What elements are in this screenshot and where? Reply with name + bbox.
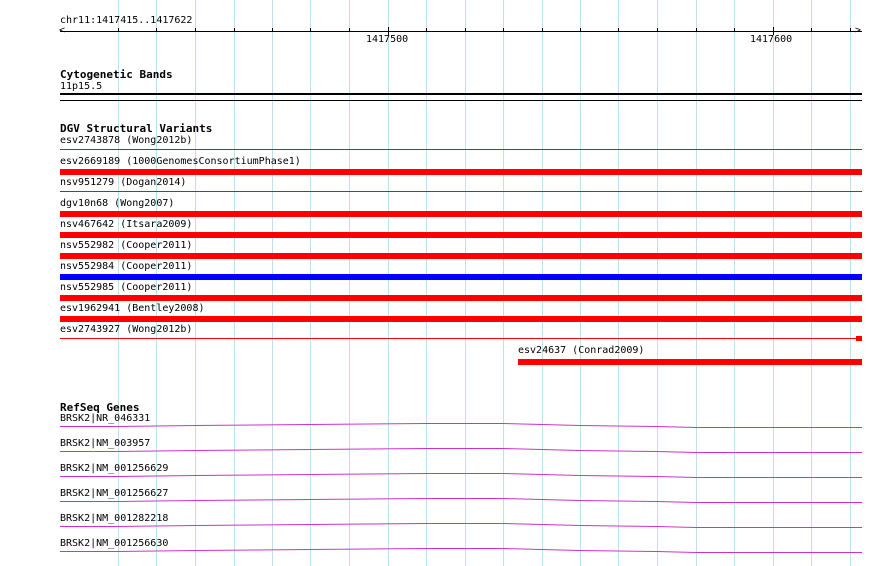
ruler-tick: [465, 28, 466, 32]
ruler-tick: [618, 28, 619, 32]
gene-line-path: [60, 423, 862, 428]
dgv-feature-label: esv1962941 (Bentley2008): [60, 303, 205, 314]
dgv-feature-label: nsv552982 (Cooper2011): [60, 240, 193, 251]
dgv-feature-label: nsv552985 (Cooper2011): [60, 282, 193, 293]
dgv-feature-bar[interactable]: [60, 211, 862, 217]
gene-line[interactable]: [0, 495, 890, 515]
dgv-feature-label: esv2743927 (Wong2012b): [60, 324, 193, 335]
dgv-feature-label: esv2669189 (1000GenomesConsortiumPhase1): [60, 156, 301, 167]
ruler-tick: [580, 28, 581, 32]
gene-line[interactable]: [0, 445, 890, 465]
dgv-feature-label: nsv951279 (Dogan2014): [60, 177, 187, 188]
ruler-tick: [696, 28, 697, 32]
ruler-tick: [195, 28, 196, 32]
dgv-track-title: DGV Structural Variants: [60, 122, 213, 135]
ruler-tick: [118, 28, 119, 32]
genome-browser-view: chr11:1417415..1417622 < > 1417500 14176…: [0, 0, 890, 566]
ruler-tick: [811, 28, 812, 32]
dgv-feature-bar[interactable]: [60, 169, 862, 175]
dgv-feature-bar[interactable]: [518, 359, 862, 365]
dgv-feature-label: esv2743878 (Wong2012b): [60, 135, 193, 146]
ruler-tick: [156, 28, 157, 32]
gene-line[interactable]: [0, 545, 890, 565]
location-label: chr11:1417415..1417622: [60, 15, 193, 26]
dgv-feature-label: nsv467642 (Itsara2009): [60, 219, 193, 230]
cytoband-bar: [60, 93, 862, 95]
dgv-feature-label: esv24637 (Conrad2009): [518, 345, 645, 356]
ruler-tick: [734, 28, 735, 32]
ruler-tick: [349, 28, 350, 32]
dgv-feature-label: nsv552984 (Cooper2011): [60, 261, 193, 272]
tick-label-2: 1417600: [750, 34, 793, 45]
ruler-axis: [60, 31, 862, 32]
ruler-right-arrow-icon: >: [855, 25, 862, 36]
ruler-tick: [542, 28, 543, 32]
ruler-tick: [426, 28, 427, 32]
tick-label-1: 1417500: [366, 34, 409, 45]
dgv-feature-bar[interactable]: [60, 316, 862, 322]
dgv-feature-block: [856, 336, 862, 341]
ruler-tick: [850, 28, 851, 32]
ruler-tick: [272, 28, 273, 32]
gene-line-path: [60, 498, 862, 503]
gene-line-path: [60, 473, 862, 478]
ruler-tick: [503, 28, 504, 32]
ruler-tick: [234, 28, 235, 32]
gene-line[interactable]: [0, 420, 890, 440]
dgv-feature-bar[interactable]: [60, 149, 862, 150]
ruler-tick: [388, 27, 389, 35]
ruler-tick: [310, 28, 311, 32]
gene-line[interactable]: [0, 520, 890, 540]
ruler-tick: [657, 28, 658, 32]
ruler-left-arrow-icon: <: [59, 25, 66, 36]
ruler-tick: [773, 27, 774, 35]
dgv-feature-bar[interactable]: [60, 338, 862, 339]
dgv-feature-label: dgv10n68 (Wong2007): [60, 198, 175, 209]
dgv-feature-bar[interactable]: [60, 295, 862, 301]
dgv-feature-bar[interactable]: [60, 191, 862, 192]
dgv-feature-bar[interactable]: [60, 274, 862, 280]
dgv-feature-bar[interactable]: [60, 253, 862, 259]
gene-line-path: [60, 548, 862, 553]
gene-line[interactable]: [0, 470, 890, 490]
cytoband-label: 11p15.5: [60, 81, 103, 92]
cytoband-track-title: Cytogenetic Bands: [60, 68, 173, 81]
gene-line-path: [60, 448, 862, 453]
dgv-feature-bar[interactable]: [60, 232, 862, 238]
track-divider: [60, 100, 862, 101]
gene-line-path: [60, 523, 862, 528]
